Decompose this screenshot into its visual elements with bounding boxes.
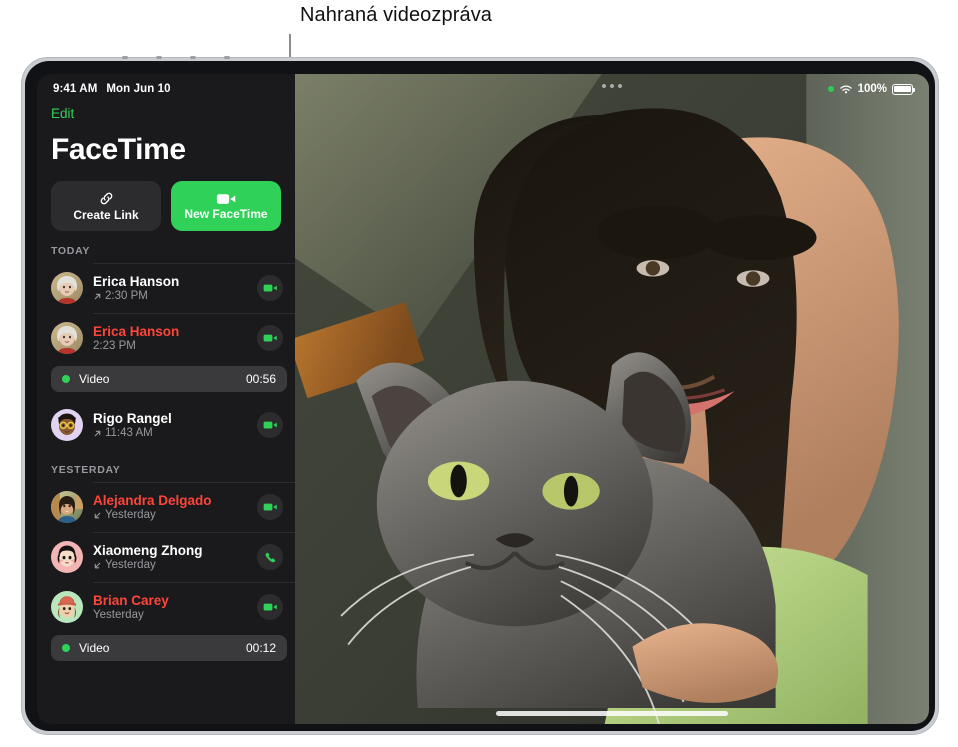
green-dot-icon: [62, 644, 70, 652]
create-link-label: Create Link: [73, 208, 139, 222]
facetime-sidebar: Edit FaceTime Create Link New FaceTime T…: [37, 74, 295, 724]
arrow-up-right-icon: [94, 293, 101, 299]
avatar: [51, 591, 83, 623]
recorded-video-message-pill[interactable]: Video 00:56: [51, 366, 287, 392]
link-icon: [100, 192, 112, 205]
avatar: [51, 491, 83, 523]
call-back-button[interactable]: [257, 275, 283, 301]
call-history-row[interactable]: Xiaomeng Zhong Yesterday: [37, 532, 295, 582]
caller-name: Erica Hanson: [93, 324, 180, 339]
call-row-meta: Erica Hanson 2:23 PM: [93, 324, 247, 352]
call-row-meta: Erica Hanson 2:30 PM: [93, 274, 247, 302]
call-history-row[interactable]: Erica Hanson 2:30 PM: [37, 263, 295, 313]
call-back-button[interactable]: [257, 494, 283, 520]
call-subtitle: 2:30 PM: [93, 290, 247, 302]
call-row-meta: Xiaomeng Zhong Yesterday: [93, 543, 247, 571]
section-header: YESTERDAY: [51, 464, 121, 476]
call-history-row[interactable]: Alejandra Delgado Yesterday: [37, 482, 295, 532]
arrow-down-left-icon: [94, 562, 101, 568]
ipad-screen: 9:41 AM Mon Jun 10 100% Edit FaceTime Cr…: [37, 74, 929, 724]
call-back-button[interactable]: [257, 412, 283, 438]
video-camera-icon: [263, 334, 277, 342]
create-link-button[interactable]: Create Link: [51, 181, 161, 231]
video-message-label: Video: [79, 641, 110, 655]
call-back-button[interactable]: [257, 594, 283, 620]
call-subtitle: 11:43 AM: [93, 427, 247, 439]
caller-name: Rigo Rangel: [93, 411, 172, 426]
call-time: 2:30 PM: [105, 290, 148, 302]
video-camera-icon: [263, 603, 277, 611]
new-facetime-label: New FaceTime: [184, 206, 268, 221]
arrow-up-right-icon: [94, 430, 101, 436]
screenshot-root: Nahraná videozpráva 9:41 AM Mon Jun 10 1…: [0, 0, 958, 747]
recorded-video-message-pill[interactable]: Video 00:12: [51, 635, 287, 661]
call-history-row[interactable]: Erica Hanson 2:23 PM: [37, 313, 295, 363]
ipad-bezel: 9:41 AM Mon Jun 10 100% Edit FaceTime Cr…: [25, 61, 935, 731]
call-time: 2:23 PM: [93, 340, 136, 352]
call-section-today: Erica Hanson 2:30 PM Erica Hanson 2:23 PM Vi…: [37, 263, 295, 450]
green-dot-icon: [62, 375, 70, 383]
avatar: [51, 272, 83, 304]
callout-label: Nahraná videozpráva: [300, 4, 493, 26]
video-camera-icon: [263, 503, 277, 511]
more-dots-icon[interactable]: [602, 84, 622, 88]
page-title: FaceTime: [51, 133, 186, 166]
speaker-holes: [122, 56, 230, 59]
arrow-down-left-icon: [94, 512, 101, 518]
home-indicator[interactable]: [496, 711, 728, 716]
call-time: Yesterday: [105, 559, 156, 571]
caller-name: Alejandra Delgado: [93, 493, 212, 508]
call-row-meta: Alejandra Delgado Yesterday: [93, 493, 247, 521]
call-subtitle: 2:23 PM: [93, 340, 247, 352]
action-button-row: Create Link New FaceTime: [51, 181, 281, 231]
section-header: TODAY: [51, 245, 91, 257]
call-history-list: TODAY Erica Hanson 2:30 PM Erica Hanson 2:23…: [37, 231, 295, 661]
video-message-pane[interactable]: [295, 74, 929, 724]
avatar: [51, 322, 83, 354]
avatar: [51, 409, 83, 441]
video-message-label: Video: [79, 372, 110, 386]
caller-name: Brian Carey: [93, 593, 169, 608]
call-subtitle: Yesterday: [93, 609, 247, 621]
call-time: Yesterday: [105, 509, 156, 521]
call-subtitle: Yesterday: [93, 509, 247, 521]
call-row-meta: Brian Carey Yesterday: [93, 593, 247, 621]
call-history-row[interactable]: Brian Carey Yesterday: [37, 582, 295, 632]
caller-name: Xiaomeng Zhong: [93, 543, 203, 558]
video-camera-icon: [263, 284, 277, 292]
call-time: Yesterday: [93, 609, 144, 621]
call-back-button[interactable]: [257, 325, 283, 351]
call-section-yesterday: Alejandra Delgado Yesterday Xiaomeng Zhong…: [37, 482, 295, 661]
new-facetime-button[interactable]: New FaceTime: [171, 181, 281, 231]
phone-icon: [265, 552, 275, 562]
video-message-duration: 00:12: [245, 641, 276, 655]
edit-button[interactable]: Edit: [51, 106, 74, 121]
avatar: [51, 541, 83, 573]
call-subtitle: Yesterday: [93, 559, 247, 571]
call-time: 11:43 AM: [105, 427, 153, 439]
call-row-meta: Rigo Rangel 11:43 AM: [93, 411, 247, 439]
video-message-duration: 00:56: [245, 372, 276, 386]
video-message-photo: [295, 74, 929, 724]
caller-name: Erica Hanson: [93, 274, 180, 289]
call-history-row[interactable]: Rigo Rangel 11:43 AM: [37, 400, 295, 450]
call-back-button[interactable]: [257, 544, 283, 570]
video-camera-icon: [263, 421, 277, 429]
ipad-device-frame: 9:41 AM Mon Jun 10 100% Edit FaceTime Cr…: [22, 56, 938, 734]
video-camera-icon: [216, 193, 235, 204]
